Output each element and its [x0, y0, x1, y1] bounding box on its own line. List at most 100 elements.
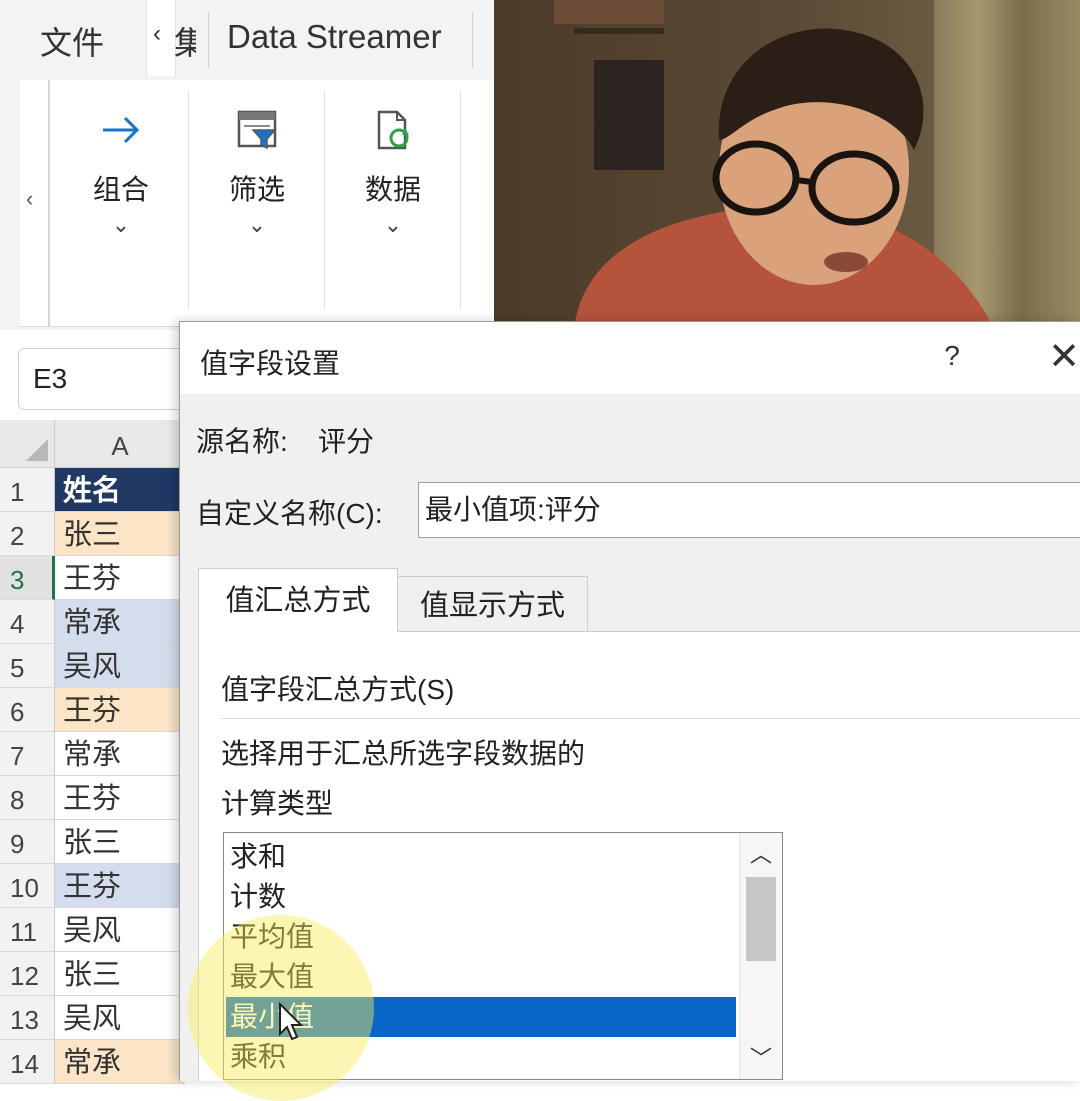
filter-icon	[189, 100, 325, 160]
cell[interactable]: 王芬	[55, 688, 185, 732]
chevron-down-icon[interactable]: ﹀	[740, 1041, 782, 1073]
cell[interactable]: 王芬	[55, 776, 185, 820]
chevron-up-icon[interactable]: ︿	[740, 837, 782, 869]
chevron-left-icon: ‹	[26, 186, 34, 211]
cell[interactable]: 吴风	[55, 908, 185, 952]
row-number[interactable]: 7	[0, 732, 55, 776]
cell[interactable]: 常承	[55, 600, 185, 644]
row-number[interactable]: 9	[0, 820, 55, 864]
filter-button[interactable]: 筛选 ⌄	[189, 100, 325, 238]
tab-show-values-as[interactable]: 值显示方式	[398, 576, 588, 632]
name-box[interactable]: E3	[18, 348, 188, 410]
table-row: 1 姓名	[0, 468, 185, 512]
chevron-down-icon: ⌄	[111, 212, 131, 237]
cell[interactable]: 姓名	[55, 468, 185, 512]
row-number[interactable]: 14	[0, 1040, 55, 1084]
table-row: 2 张三	[0, 512, 185, 556]
list-item-max[interactable]: 最大值	[226, 957, 736, 997]
table-row: 13 吴风	[0, 996, 185, 1040]
tab-data-streamer[interactable]: Data Streamer	[227, 18, 442, 56]
row-number[interactable]: 1	[0, 468, 55, 512]
ribbon-group-group: 组合 ⌄	[53, 80, 189, 316]
list-item-min[interactable]: 最小值	[226, 997, 736, 1037]
tab-divider	[472, 12, 473, 68]
row-number[interactable]: 10	[0, 864, 55, 908]
ribbon-panel: 组合 ⌄ 筛选 ⌄ 数据 ⌄	[20, 80, 501, 327]
table-row: 14 常承	[0, 1040, 185, 1084]
row-number[interactable]: 2	[0, 512, 55, 556]
select-all-button[interactable]	[0, 420, 55, 468]
table-row: 8 王芬	[0, 776, 185, 820]
scrollbar-thumb[interactable]	[746, 877, 776, 961]
column-header-a[interactable]: A	[55, 420, 185, 468]
ribbon-tab-bar: 文件 ‹ 集 Data Streamer	[0, 0, 500, 81]
cell[interactable]: 张三	[55, 512, 185, 556]
row-number[interactable]: 4	[0, 600, 55, 644]
chevron-down-icon: ⌄	[247, 212, 267, 237]
table-row: 3 王芬	[0, 556, 185, 600]
source-name-label: 源名称:	[196, 426, 288, 457]
custom-name-input[interactable]: 最小值项:评分	[418, 482, 1080, 538]
row-number[interactable]: 3	[0, 556, 55, 600]
ribbon: 组合 ⌄ 筛选 ⌄ 数据 ⌄ ‹	[0, 80, 501, 330]
cell[interactable]: 吴风	[55, 996, 185, 1040]
cell[interactable]: 王芬	[55, 556, 185, 600]
select-all-icon	[26, 439, 48, 461]
cell[interactable]: 王芬	[55, 864, 185, 908]
row-number[interactable]: 8	[0, 776, 55, 820]
dialog-title: 值字段设置	[200, 348, 341, 379]
row-number[interactable]: 12	[0, 952, 55, 996]
cell[interactable]: 吴风	[55, 644, 185, 688]
chevron-left-icon: ‹	[153, 20, 161, 47]
table-row: 6 王芬	[0, 688, 185, 732]
spreadsheet-grid: A 1 姓名 2 张三 3 王芬 4 常承 5 吴风 6 王芬 7 常承 8 王…	[0, 420, 185, 1084]
value-field-settings-dialog: 值字段设置 ? ✕ 源名称: 评分 自定义名称(C): 最小值项:评分 值汇总方…	[179, 321, 1080, 1081]
group-separator	[460, 90, 461, 310]
arrow-right-icon	[53, 100, 189, 160]
list-item-count[interactable]: 计数	[226, 877, 736, 917]
cell[interactable]: 常承	[55, 732, 185, 776]
data-button-label: 数据	[364, 174, 421, 205]
ribbon-group-data: 数据 ⌄	[325, 80, 461, 316]
row-number[interactable]: 13	[0, 996, 55, 1040]
table-row: 7 常承	[0, 732, 185, 776]
list-item-product[interactable]: 乘积	[226, 1037, 736, 1077]
filter-button-label: 筛选	[228, 174, 285, 205]
name-box-value: E3	[33, 363, 68, 394]
help-button[interactable]: ?	[936, 340, 968, 372]
table-row: 10 王芬	[0, 864, 185, 908]
description-line: 选择用于汇总所选字段数据的	[221, 738, 586, 769]
row-number[interactable]: 11	[0, 908, 55, 952]
tab-file[interactable]: 文件	[40, 18, 104, 64]
group-button[interactable]: 组合 ⌄	[53, 100, 189, 238]
data-button[interactable]: 数据 ⌄	[325, 100, 461, 238]
tab-panel: 值字段汇总方式(S) 选择用于汇总所选字段数据的 计算类型 求和 计数 平均值 …	[198, 631, 1080, 1081]
table-row: 5 吴风	[0, 644, 185, 688]
dialog-body: 源名称: 评分 自定义名称(C): 最小值项:评分 值汇总方式 值显示方式 值字…	[180, 394, 1080, 1081]
webcam-overlay	[494, 0, 1080, 328]
cell[interactable]: 常承	[55, 1040, 185, 1084]
cell[interactable]: 张三	[55, 820, 185, 864]
dialog-titlebar: 值字段设置 ? ✕	[180, 322, 1080, 394]
section-title: 值字段汇总方式(S)	[221, 674, 455, 705]
row-number[interactable]: 5	[0, 644, 55, 688]
list-item-average[interactable]: 平均值	[226, 917, 736, 957]
chevron-down-icon: ⌄	[383, 212, 403, 237]
refresh-data-icon	[325, 100, 461, 160]
tab-partial[interactable]: 集	[174, 18, 196, 64]
ribbon-scroll-left[interactable]: ‹	[20, 80, 50, 326]
row-number[interactable]: 6	[0, 688, 55, 732]
custom-name-label: 自定义名称(C):	[196, 498, 383, 529]
ribbon-scroll-left-button[interactable]: ‹	[146, 0, 176, 76]
list-item-sum[interactable]: 求和	[226, 837, 736, 877]
listbox-scrollbar[interactable]: ︿ ﹀	[739, 833, 782, 1079]
close-button[interactable]: ✕	[1046, 334, 1080, 379]
tab-divider	[208, 12, 209, 68]
table-row: 4 常承	[0, 600, 185, 644]
cell[interactable]: 张三	[55, 952, 185, 996]
table-row: 11 吴风	[0, 908, 185, 952]
section-divider	[221, 718, 1080, 719]
tab-summarize-values-by[interactable]: 值汇总方式	[198, 568, 398, 632]
group-button-label: 组合	[92, 174, 149, 205]
calculation-type-listbox[interactable]: 求和 计数 平均值 最大值 最小值 乘积 ︿ ﹀	[223, 832, 783, 1080]
